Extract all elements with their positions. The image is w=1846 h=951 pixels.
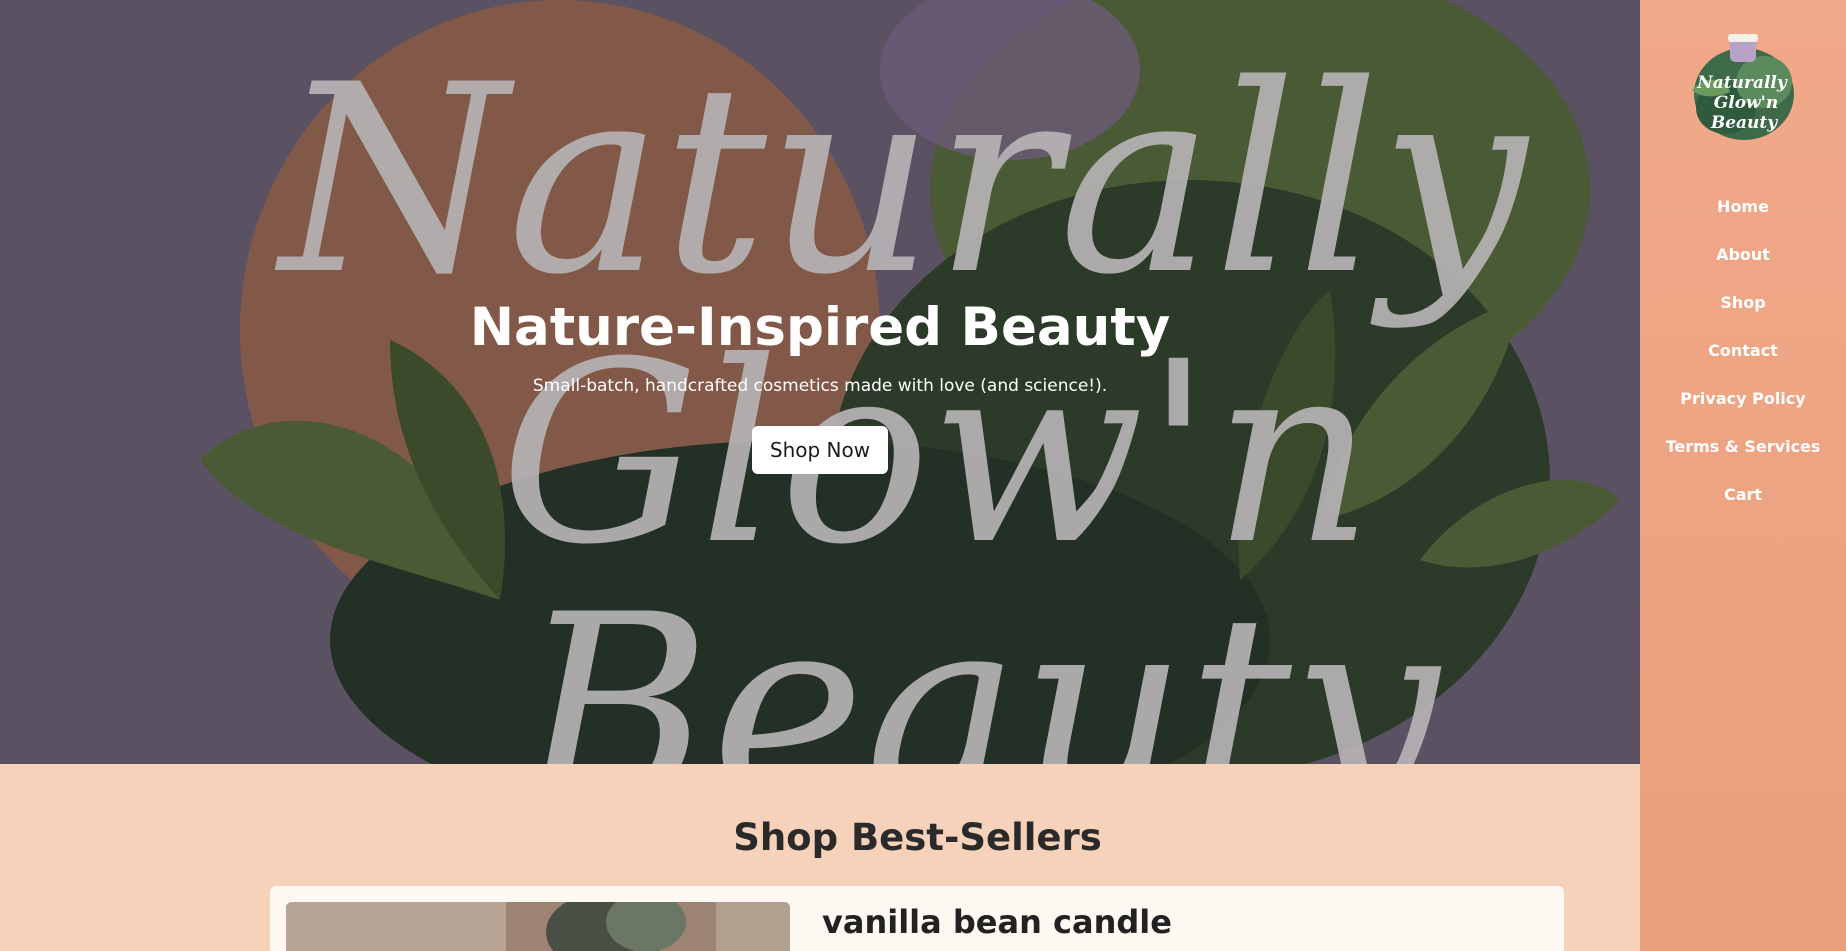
hero-banner: Naturally Glow'n Beauty Nature-Inspired … [0,0,1640,764]
product-card[interactable]: vanilla bean candle [270,886,1564,951]
hero-title: Nature-Inspired Beauty [469,297,1171,358]
sidebar-nav: Home About Shop Contact Privacy Policy T… [1640,190,1846,526]
product-photo-art [286,902,790,951]
nav-item-shop[interactable]: Shop [1640,286,1846,334]
shop-now-button[interactable]: Shop Now [751,426,889,474]
svg-text:Beauty: Beauty [516,560,1442,764]
nav-item-terms-services[interactable]: Terms & Services [1640,430,1846,478]
nav-item-home[interactable]: Home [1640,190,1846,238]
hero-content: Nature-Inspired Beauty Small-batch, hand… [0,296,1640,474]
product-image[interactable] [286,902,790,951]
nav-item-privacy-policy[interactable]: Privacy Policy [1640,382,1846,430]
hero-subtitle: Small-batch, handcrafted cosmetics made … [532,376,1108,396]
nav-item-contact[interactable]: Contact [1640,334,1846,382]
sidebar: Naturally Glow'n Beauty Home About Shop … [1640,0,1846,951]
brand-logo[interactable]: Naturally Glow'n Beauty [1686,30,1798,146]
section-title: Shop Best-Sellers [733,816,1102,859]
svg-text:Glow'n: Glow'n [1714,93,1779,113]
svg-text:Naturally: Naturally [1696,73,1788,93]
product-title[interactable]: vanilla bean candle [822,902,1172,942]
svg-text:Beauty: Beauty [1710,113,1778,133]
nav-item-cart[interactable]: Cart [1640,478,1846,526]
svg-text:Naturally: Naturally [272,30,1530,332]
main-content: Naturally Glow'n Beauty Nature-Inspired … [0,0,1640,951]
nav-item-about[interactable]: About [1640,238,1846,286]
